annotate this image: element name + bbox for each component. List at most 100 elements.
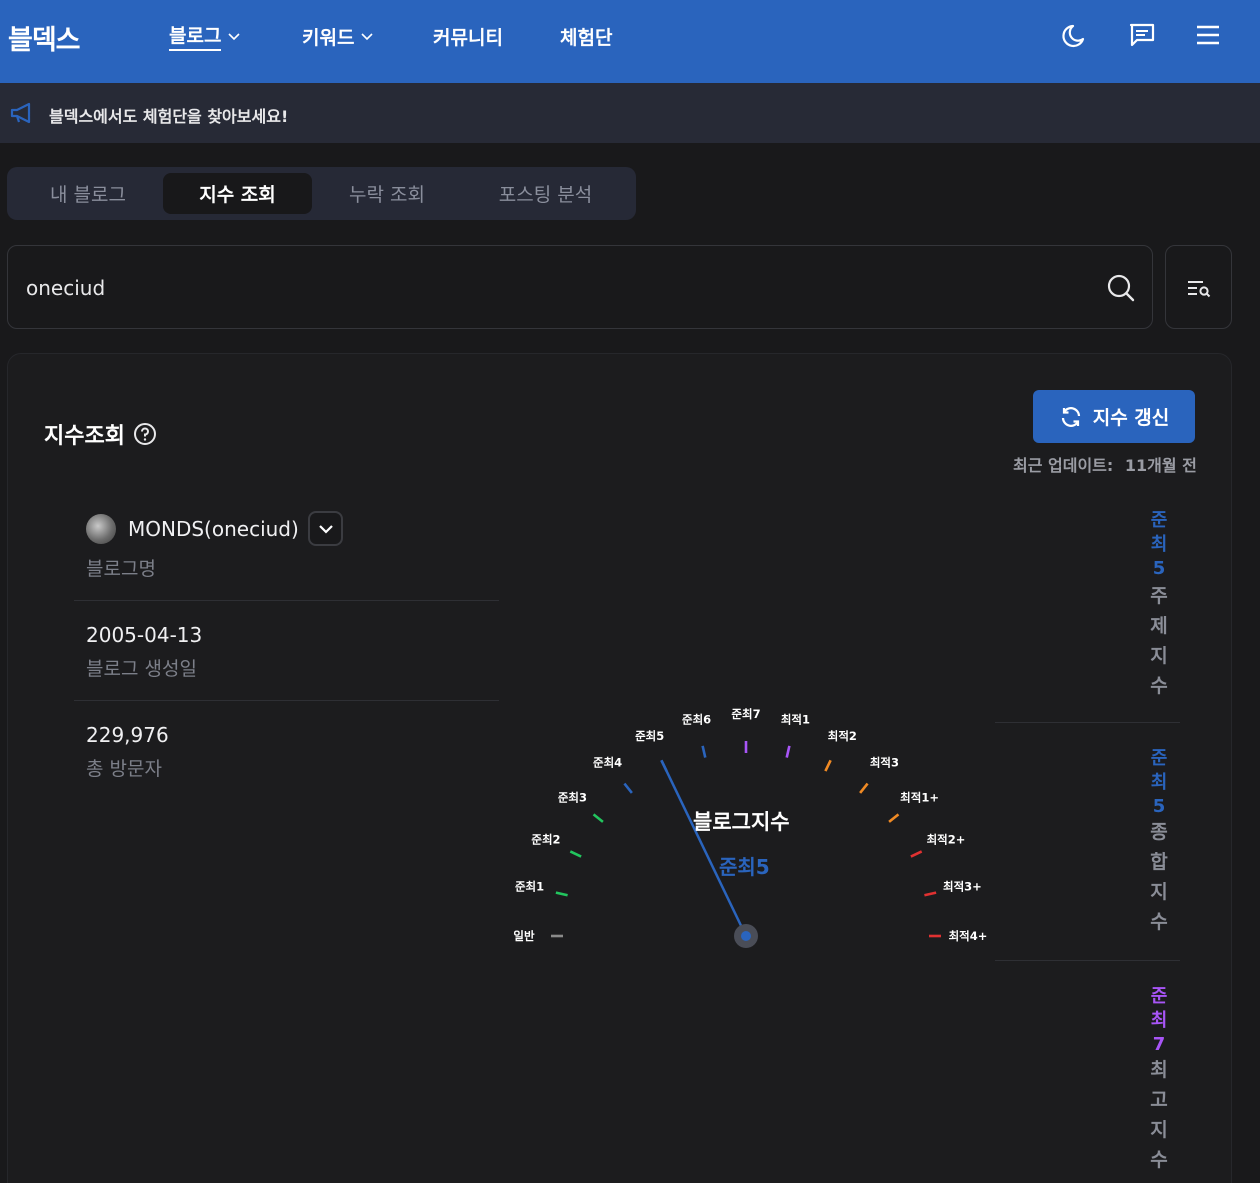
site-logo[interactable]: 블덱스 (8, 18, 81, 57)
gauge-tick-label: 일반 (513, 929, 535, 943)
metric-grade-char: 5 (1152, 558, 1166, 579)
moon-icon[interactable] (1061, 20, 1091, 50)
gauge-tick (859, 782, 869, 794)
metric-grade-char: 7 (1152, 1034, 1166, 1055)
megaphone-icon (10, 102, 31, 124)
gauge-tick (888, 813, 900, 823)
gauge-tick-label: 준최4 (593, 755, 622, 769)
metric-grade-char: 준 (1150, 986, 1168, 1007)
gauge-needle (660, 759, 748, 937)
gauge-tick-label: 준최7 (731, 707, 760, 721)
blog-created-label: 블로그 생성일 (86, 658, 197, 680)
metric-label-char: 지 (1150, 1119, 1168, 1141)
nav-item-label: 키워드 (302, 26, 355, 49)
blog-name-label: 블로그명 (86, 558, 156, 580)
gauge-tick-label: 최적2+ (927, 833, 966, 847)
gauge-tick-label: 준최6 (682, 713, 711, 727)
gauge-tick-label: 준최5 (635, 729, 664, 743)
tab-bar: 내 블로그 지수 조회 누락 조회 포스팅 분석 (7, 167, 636, 220)
metric-label-char: 합 (1150, 851, 1168, 873)
metric-grade: 준최 5 (1149, 747, 1169, 819)
blog-name-row: MONDS(oneciud) 블로그명 (74, 505, 499, 601)
blog-select-button[interactable] (308, 511, 343, 546)
gauge-tick-label: 준최3 (558, 791, 587, 805)
chevron-down-icon (228, 33, 241, 41)
metric-grade-char: 5 (1152, 796, 1166, 817)
menu-icon[interactable] (1193, 20, 1223, 50)
gauge-tick (824, 759, 832, 772)
last-updated-label: 최근 업데이트: (1013, 456, 1114, 475)
list-search-icon (1188, 281, 1211, 298)
metric-label: 종합지수 (1149, 817, 1169, 937)
top-navbar: 블덱스 블로그 키워드 커뮤니티 체험단 (0, 0, 1260, 83)
gauge-tick (785, 745, 791, 758)
metric-grade: 준최 5 (1149, 509, 1169, 581)
nav-item-experience[interactable]: 체험단 (560, 22, 612, 50)
nav-item-label: 블로그 (169, 21, 222, 51)
search-box[interactable]: oneciud (7, 245, 1153, 329)
metric-label-char: 지 (1150, 645, 1168, 667)
gauge-tick (623, 782, 633, 794)
nav-item-keyword[interactable]: 키워드 (302, 22, 374, 50)
list-search-button[interactable] (1165, 245, 1232, 329)
gauge-tick-label: 최적1 (781, 713, 810, 727)
tab-my-blog[interactable]: 내 블로그 (15, 173, 161, 214)
gauge-tick (592, 813, 604, 823)
nav-item-blog[interactable]: 블로그 (169, 21, 241, 51)
metric-overall-index: 준최 5 종합지수 (995, 723, 1180, 961)
refresh-index-button[interactable]: 지수 갱신 (1033, 390, 1195, 443)
metric-label: 주제지수 (1149, 581, 1169, 701)
gauge-tick-label: 최적3+ (943, 880, 982, 894)
announcement-bar[interactable]: 블덱스에서도 체험단을 찾아보세요! (0, 83, 1260, 143)
metric-best-index: 준최 7 최고지수 (995, 961, 1180, 1183)
search-input[interactable]: oneciud (26, 276, 105, 300)
chevron-down-icon (361, 33, 374, 41)
card-title: 지수조회 (44, 418, 157, 450)
chat-icon[interactable] (1127, 20, 1157, 50)
card-title-text: 지수조회 (44, 424, 125, 449)
gauge-tick (555, 891, 568, 897)
gauge-tick-label: 최적2 (828, 729, 857, 743)
gauge-tick-label: 최적1+ (900, 791, 939, 805)
metric-grade-char: 최 (1150, 534, 1168, 555)
gauge-tick (701, 745, 707, 758)
metric-label-char: 수 (1150, 911, 1168, 933)
metric-label-char: 제 (1150, 615, 1168, 637)
gauge-tick (924, 891, 937, 897)
refresh-icon (1061, 406, 1080, 427)
search-icon[interactable] (1106, 273, 1136, 303)
blog-visitors: 229,976 (86, 723, 169, 747)
metric-grade: 준최 7 (1149, 985, 1169, 1057)
gauge-tick-label: 준최1 (515, 880, 544, 894)
metric-label-char: 최 (1150, 1059, 1168, 1081)
blog-created-date: 2005-04-13 (86, 623, 203, 647)
metric-label-char: 고 (1150, 1089, 1168, 1111)
question-circle-icon[interactable] (133, 422, 157, 446)
metric-grade-char: 최 (1150, 772, 1168, 793)
nav-item-community[interactable]: 커뮤니티 (433, 22, 503, 50)
gauge-tick-label: 준최2 (531, 833, 560, 847)
blog-created-row: 2005-04-13 블로그 생성일 (74, 601, 499, 701)
gauge-tick-label: 최적3 (870, 755, 899, 769)
gauge-tick (569, 850, 582, 858)
metric-label-char: 주 (1150, 585, 1168, 607)
last-updated-value: 11개월 전 (1124, 456, 1197, 475)
metric-topic-index: 준최 5 주제지수 (995, 505, 1180, 723)
avatar (86, 514, 116, 544)
tab-posting-analysis[interactable]: 포스팅 분석 (464, 173, 627, 214)
tab-missing-lookup[interactable]: 누락 조회 (314, 173, 460, 214)
gauge-hub-dot (741, 931, 751, 941)
metric-label: 최고지수 (1149, 1055, 1169, 1175)
metric-grade-char: 준 (1150, 510, 1168, 531)
announcement-text: 블덱스에서도 체험단을 찾아보세요! (49, 107, 289, 126)
metric-label-char: 지 (1150, 881, 1168, 903)
refresh-label: 지수 갱신 (1092, 407, 1170, 429)
gauge-tick (910, 850, 923, 858)
metric-label-char: 수 (1150, 675, 1168, 697)
nav-item-label: 체험단 (560, 26, 613, 49)
last-updated: 최근 업데이트: 11개월 전 (1013, 452, 1197, 476)
nav-item-label: 커뮤니티 (433, 26, 503, 49)
tab-index-lookup[interactable]: 지수 조회 (163, 173, 312, 214)
blog-visitors-label: 총 방문자 (86, 758, 162, 780)
blog-visitors-row: 229,976 총 방문자 (74, 701, 499, 801)
